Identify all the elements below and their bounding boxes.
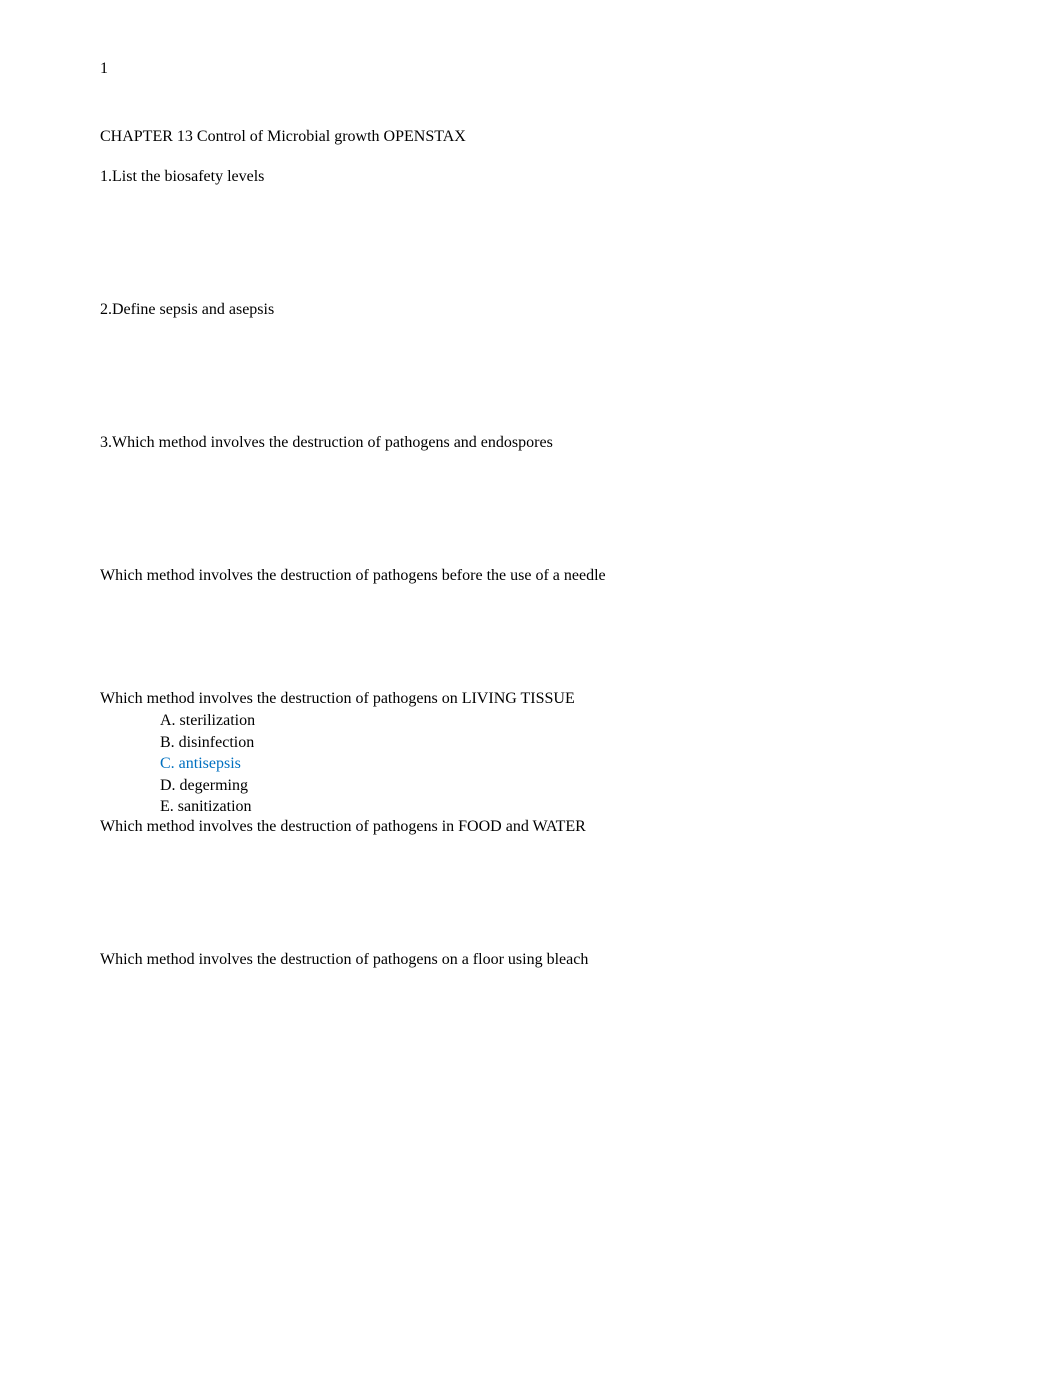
option-c-selected: C. antisepsis: [160, 753, 962, 775]
question-7: Which method involves the destruction of…: [100, 951, 962, 969]
question-6: Which method involves the destruction of…: [100, 818, 962, 836]
spacer: [100, 585, 962, 690]
document-page: 1 CHAPTER 13 Control of Microbial growth…: [0, 0, 1062, 1029]
option-d: D. degerming: [160, 775, 962, 797]
chapter-title: CHAPTER 13 Control of Microbial growth O…: [100, 128, 962, 146]
page-number: 1: [100, 60, 962, 78]
question-2: 2.Define sepsis and asepsis: [100, 301, 962, 319]
question-3: 3.Which method involves the destruction …: [100, 434, 962, 452]
question-1: 1.List the biosafety levels: [100, 168, 962, 186]
question-5: Which method involves the destruction of…: [100, 690, 962, 708]
answer-options: A. sterilization B. disinfection C. anti…: [100, 710, 962, 818]
option-b: B. disinfection: [160, 732, 962, 754]
option-e: E. sanitization: [160, 796, 962, 818]
question-4: Which method involves the destruction of…: [100, 567, 962, 585]
spacer: [100, 836, 962, 951]
option-a: A. sterilization: [160, 710, 962, 732]
